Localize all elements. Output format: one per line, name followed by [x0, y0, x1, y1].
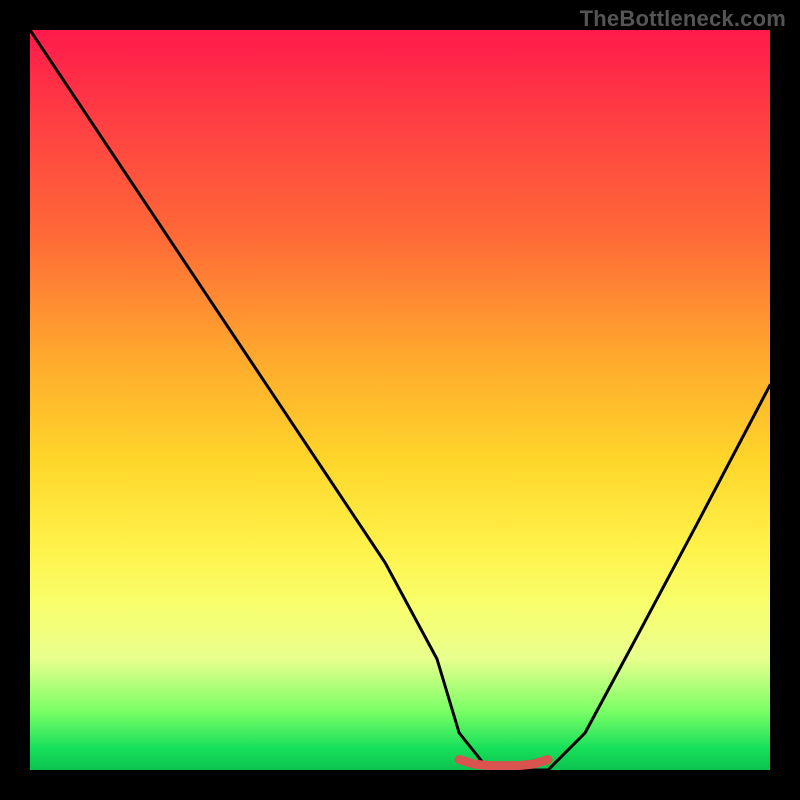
curve-layer [30, 30, 770, 770]
watermark-text: TheBottleneck.com [580, 6, 786, 32]
plot-area [30, 30, 770, 770]
chart-frame: TheBottleneck.com [0, 0, 800, 800]
bottleneck-curve [30, 30, 770, 770]
flat-minimum-highlight [459, 760, 548, 766]
